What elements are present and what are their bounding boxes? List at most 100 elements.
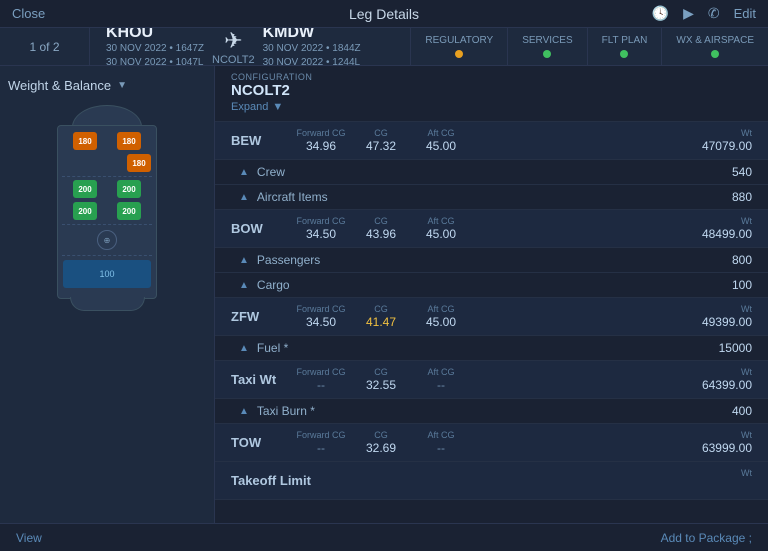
- close-button[interactable]: Close: [12, 6, 45, 21]
- bew-row: BEW Forward CG 34.96 CG 47.32 Aft CG 45.…: [215, 122, 768, 159]
- galley-icon: ⊕: [97, 230, 117, 250]
- header: Close Leg Details 🕓 ▶ ✆ Edit: [0, 0, 768, 28]
- seat-1a: 180: [73, 132, 97, 150]
- passengers-value: 800: [732, 253, 752, 267]
- services-dot: [543, 50, 551, 58]
- cargo-section: 100: [63, 260, 151, 288]
- bow-cg-headers: Forward CG 34.50 CG 43.96 Aft CG 45.00: [291, 216, 682, 241]
- takeoff-cg-headers: [311, 474, 682, 488]
- bew-section: BEW Forward CG 34.96 CG 47.32 Aft CG 45.…: [215, 122, 768, 210]
- bottom-bar: View Add to Package ;: [0, 523, 768, 551]
- badge-flt-plan[interactable]: FLT PLAN: [587, 28, 662, 65]
- bow-cg: CG 43.96: [351, 216, 411, 241]
- config-header: CONFIGURATION NCOLT2 Expand ▼: [215, 66, 768, 122]
- cargo-row: ▲ Cargo 100: [215, 272, 768, 297]
- zfw-section: ZFW Forward CG 34.50 CG 41.47 Aft CG 45.…: [215, 298, 768, 361]
- zfw-label: ZFW: [231, 309, 291, 324]
- badge-label: FLT PLAN: [602, 35, 648, 46]
- expand-button[interactable]: Expand ▼: [231, 99, 752, 115]
- origin-airport: KHOU 30 NOV 2022 • 1647Z 30 NOV 2022 • 1…: [106, 24, 204, 70]
- chevron-up-icon-5: ▲: [239, 343, 249, 354]
- takeoff-forward-cg: [311, 474, 371, 488]
- tow-label: TOW: [231, 435, 291, 450]
- chevron-down-icon: ▼: [117, 80, 127, 91]
- takeoff-limit-section: Takeoff Limit Wt: [215, 462, 768, 500]
- tow-row: TOW Forward CG -- CG 32.69 Aft CG --: [215, 424, 768, 461]
- zfw-cg-headers: Forward CG 34.50 CG 41.47 Aft CG 45.00: [291, 304, 682, 329]
- fuel-label: Fuel *: [257, 341, 719, 355]
- badge-wx-airspace[interactable]: WX & AIRSPACE: [661, 28, 768, 65]
- zfw-aft-cg: Aft CG 45.00: [411, 304, 471, 329]
- bow-section: BOW Forward CG 34.50 CG 43.96 Aft CG 45.…: [215, 210, 768, 298]
- bew-label: BEW: [231, 133, 291, 148]
- bew-cg-headers: Forward CG 34.96 CG 47.32 Aft CG 45.00: [291, 128, 682, 153]
- bew-cg: CG 47.32: [351, 128, 411, 153]
- tow-section: TOW Forward CG -- CG 32.69 Aft CG --: [215, 424, 768, 462]
- takeoff-cg: [371, 474, 431, 488]
- takeoff-limit-row: Takeoff Limit Wt: [215, 462, 768, 499]
- aircraft-items-row: ▲ Aircraft Items 880: [215, 184, 768, 209]
- crew-value: 540: [732, 165, 752, 179]
- bew-wt: Wt 47079.00: [682, 128, 752, 153]
- taxiwt-row: Taxi Wt Forward CG -- CG 32.55 Aft CG --: [215, 361, 768, 398]
- takeoff-wt: Wt: [682, 468, 752, 493]
- taxiburn-label: Taxi Burn *: [257, 404, 732, 418]
- aircraft-config: NCOLT2: [212, 54, 255, 66]
- chevron-up-icon: ▲: [239, 167, 249, 178]
- bow-label: BOW: [231, 221, 291, 236]
- bow-row: BOW Forward CG 34.50 CG 43.96 Aft CG 45.…: [215, 210, 768, 247]
- tow-cg: CG 32.69: [351, 430, 411, 455]
- destination-airport: KMDW 30 NOV 2022 • 1844Z 30 NOV 2022 • 1…: [263, 24, 361, 70]
- takeoff-aft-cg: [431, 474, 491, 488]
- fuel-value: 15000: [719, 341, 752, 355]
- seat-4b: 200: [117, 202, 141, 220]
- expand-label: Expand: [231, 101, 268, 113]
- taxiwt-cg-headers: Forward CG -- CG 32.55 Aft CG --: [291, 367, 682, 392]
- badge-services[interactable]: SERVICES: [507, 28, 586, 65]
- chevron-up-icon-4: ▲: [239, 280, 249, 291]
- passengers-label: Passengers: [257, 253, 732, 267]
- taxiwt-forward-cg: Forward CG --: [291, 367, 351, 392]
- badge-label: WX & AIRSPACE: [676, 35, 754, 46]
- view-button[interactable]: View: [16, 531, 42, 545]
- takeoff-limit-label: Takeoff Limit: [231, 473, 311, 488]
- video-icon[interactable]: ▶: [683, 5, 694, 22]
- page-title: Leg Details: [349, 6, 419, 22]
- bow-aft-cg: Aft CG 45.00: [411, 216, 471, 241]
- add-to-package-button[interactable]: Add to Package ;: [661, 531, 752, 545]
- badge-label: SERVICES: [522, 35, 572, 46]
- cargo-label: Cargo: [257, 278, 732, 292]
- taxiwt-section: Taxi Wt Forward CG -- CG 32.55 Aft CG --: [215, 361, 768, 424]
- bew-forward-cg: Forward CG 34.96: [291, 128, 351, 153]
- expand-chevron-icon: ▼: [272, 101, 283, 113]
- seat-3b: 200: [117, 180, 141, 198]
- seat-2: 180: [127, 154, 151, 172]
- phone-icon[interactable]: ✆: [708, 5, 720, 22]
- crew-row: ▲ Crew 540: [215, 159, 768, 184]
- tow-cg-headers: Forward CG -- CG 32.69 Aft CG --: [291, 430, 682, 455]
- crew-label: Crew: [257, 165, 732, 179]
- seat-row-1: 180 180: [62, 132, 152, 150]
- tow-forward-cg: Forward CG --: [291, 430, 351, 455]
- clock-icon[interactable]: 🕓: [652, 5, 669, 22]
- main-content: Weight & Balance ▼ 180 180: [0, 66, 768, 523]
- zfw-forward-cg: Forward CG 34.50: [291, 304, 351, 329]
- chevron-up-icon-3: ▲: [239, 255, 249, 266]
- wb-title: Weight & Balance: [8, 78, 111, 93]
- bew-aft-cg: Aft CG 45.00: [411, 128, 471, 153]
- seat-3a: 200: [73, 180, 97, 198]
- zfw-wt: Wt 49399.00: [682, 304, 752, 329]
- status-badges: REGULATORY SERVICES FLT PLAN WX & AIRSPA…: [410, 28, 768, 65]
- seat-4a: 200: [73, 202, 97, 220]
- regulatory-dot: [455, 50, 463, 58]
- wb-header[interactable]: Weight & Balance ▼: [8, 74, 206, 101]
- edit-button[interactable]: Edit: [734, 6, 756, 21]
- taxiwt-wt: Wt 64399.00: [682, 367, 752, 392]
- bow-wt: Wt 48499.00: [682, 216, 752, 241]
- aircraft-icon: ✈: [224, 28, 242, 54]
- taxiburn-row: ▲ Taxi Burn * 400: [215, 398, 768, 423]
- header-icons: 🕓 ▶ ✆ Edit: [652, 5, 756, 22]
- tow-wt: Wt 63999.00: [682, 430, 752, 455]
- badge-regulatory[interactable]: REGULATORY: [410, 28, 507, 65]
- aircraft-diagram: 180 180 180 200 200: [8, 101, 206, 515]
